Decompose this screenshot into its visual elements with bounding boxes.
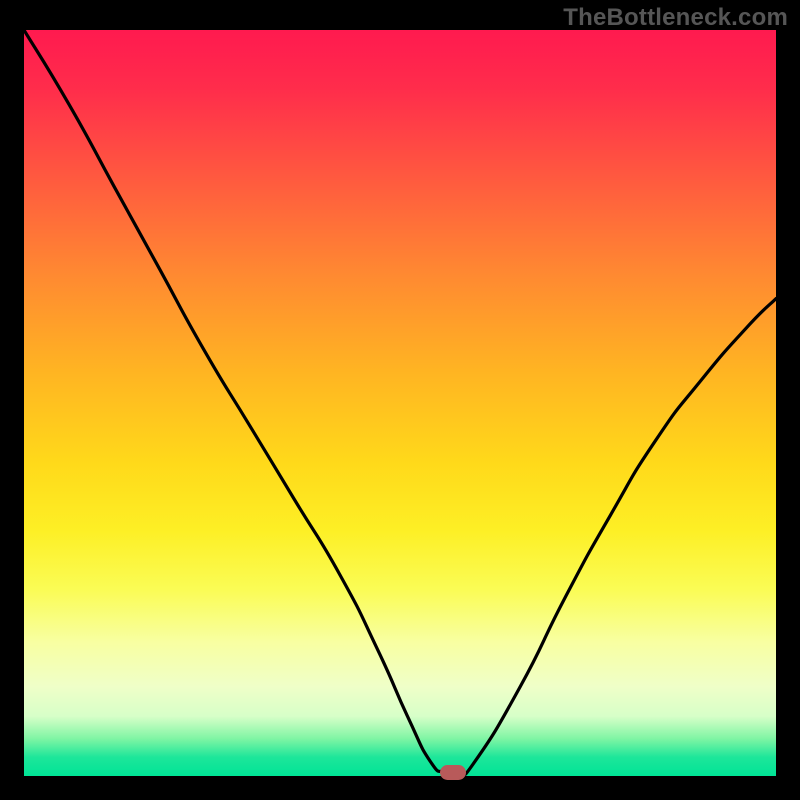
plot-area [24,30,776,776]
bottleneck-curve-path [24,30,776,775]
bottleneck-curve-svg [24,30,776,776]
minimum-marker [440,765,466,780]
chart-frame: TheBottleneck.com [0,0,800,800]
watermark-text: TheBottleneck.com [563,4,788,32]
